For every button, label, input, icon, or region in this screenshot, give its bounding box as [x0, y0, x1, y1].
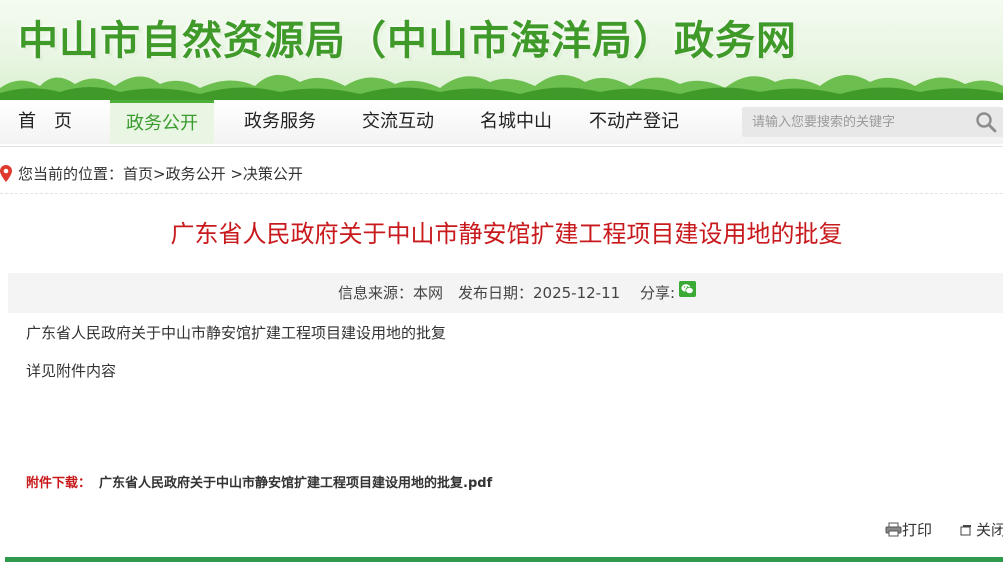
close-label: 关闭: [976, 521, 1003, 539]
article-meta-bar: 信息来源：本网 发布日期：2025-12-11 分享:: [8, 273, 1003, 313]
close-button[interactable]: 关闭: [960, 519, 1003, 540]
nav-government-services[interactable]: 政务服务: [232, 100, 328, 144]
printer-icon: [885, 522, 902, 537]
breadcrumb-text[interactable]: 您当前的位置：首页>政务公开 >决策公开: [18, 161, 303, 187]
site-banner: 中山市自然资源局（中山市海洋局）政务网: [0, 0, 1003, 100]
nav-government-affairs[interactable]: 政务公开: [110, 100, 214, 144]
search-input[interactable]: [742, 107, 982, 137]
print-label: 打印: [902, 521, 933, 539]
attachment-label: 附件下载：: [26, 476, 92, 491]
tree-line-decoration: [0, 74, 1003, 100]
article-paragraph: 广东省人民政府关于中山市静安馆扩建工程项目建设用地的批复: [26, 324, 447, 342]
wechat-icon[interactable]: [679, 281, 696, 297]
breadcrumb-divider: [0, 193, 1003, 194]
attachment-link[interactable]: 广东省人民政府关于中山市静安馆扩建工程项目建设用地的批复.pdf: [99, 476, 492, 491]
nav-interaction[interactable]: 交流互动: [350, 100, 446, 144]
search-box: [742, 107, 1003, 137]
article-meta: 信息来源：本网 发布日期：2025-12-11 分享:: [338, 284, 675, 302]
location-pin-icon: [0, 165, 12, 182]
site-title: 中山市自然资源局（中山市海洋局）政务网: [18, 18, 797, 64]
close-window-icon: [960, 525, 971, 536]
nav-famous-city[interactable]: 名城中山: [468, 100, 564, 144]
attachment-row: 附件下载： 广东省人民政府关于中山市静安馆扩建工程项目建设用地的批复.pdf: [26, 472, 492, 491]
search-icon[interactable]: [975, 111, 997, 133]
print-button[interactable]: 打印: [885, 519, 932, 540]
nav-home[interactable]: 首 页: [0, 100, 90, 144]
nav-real-estate-registration[interactable]: 不动产登记: [580, 100, 688, 144]
article-paragraph: 详见附件内容: [26, 362, 117, 380]
footer-divider: [5, 557, 1003, 562]
article-title: 广东省人民政府关于中山市静安馆扩建工程项目建设用地的批复: [170, 220, 843, 248]
